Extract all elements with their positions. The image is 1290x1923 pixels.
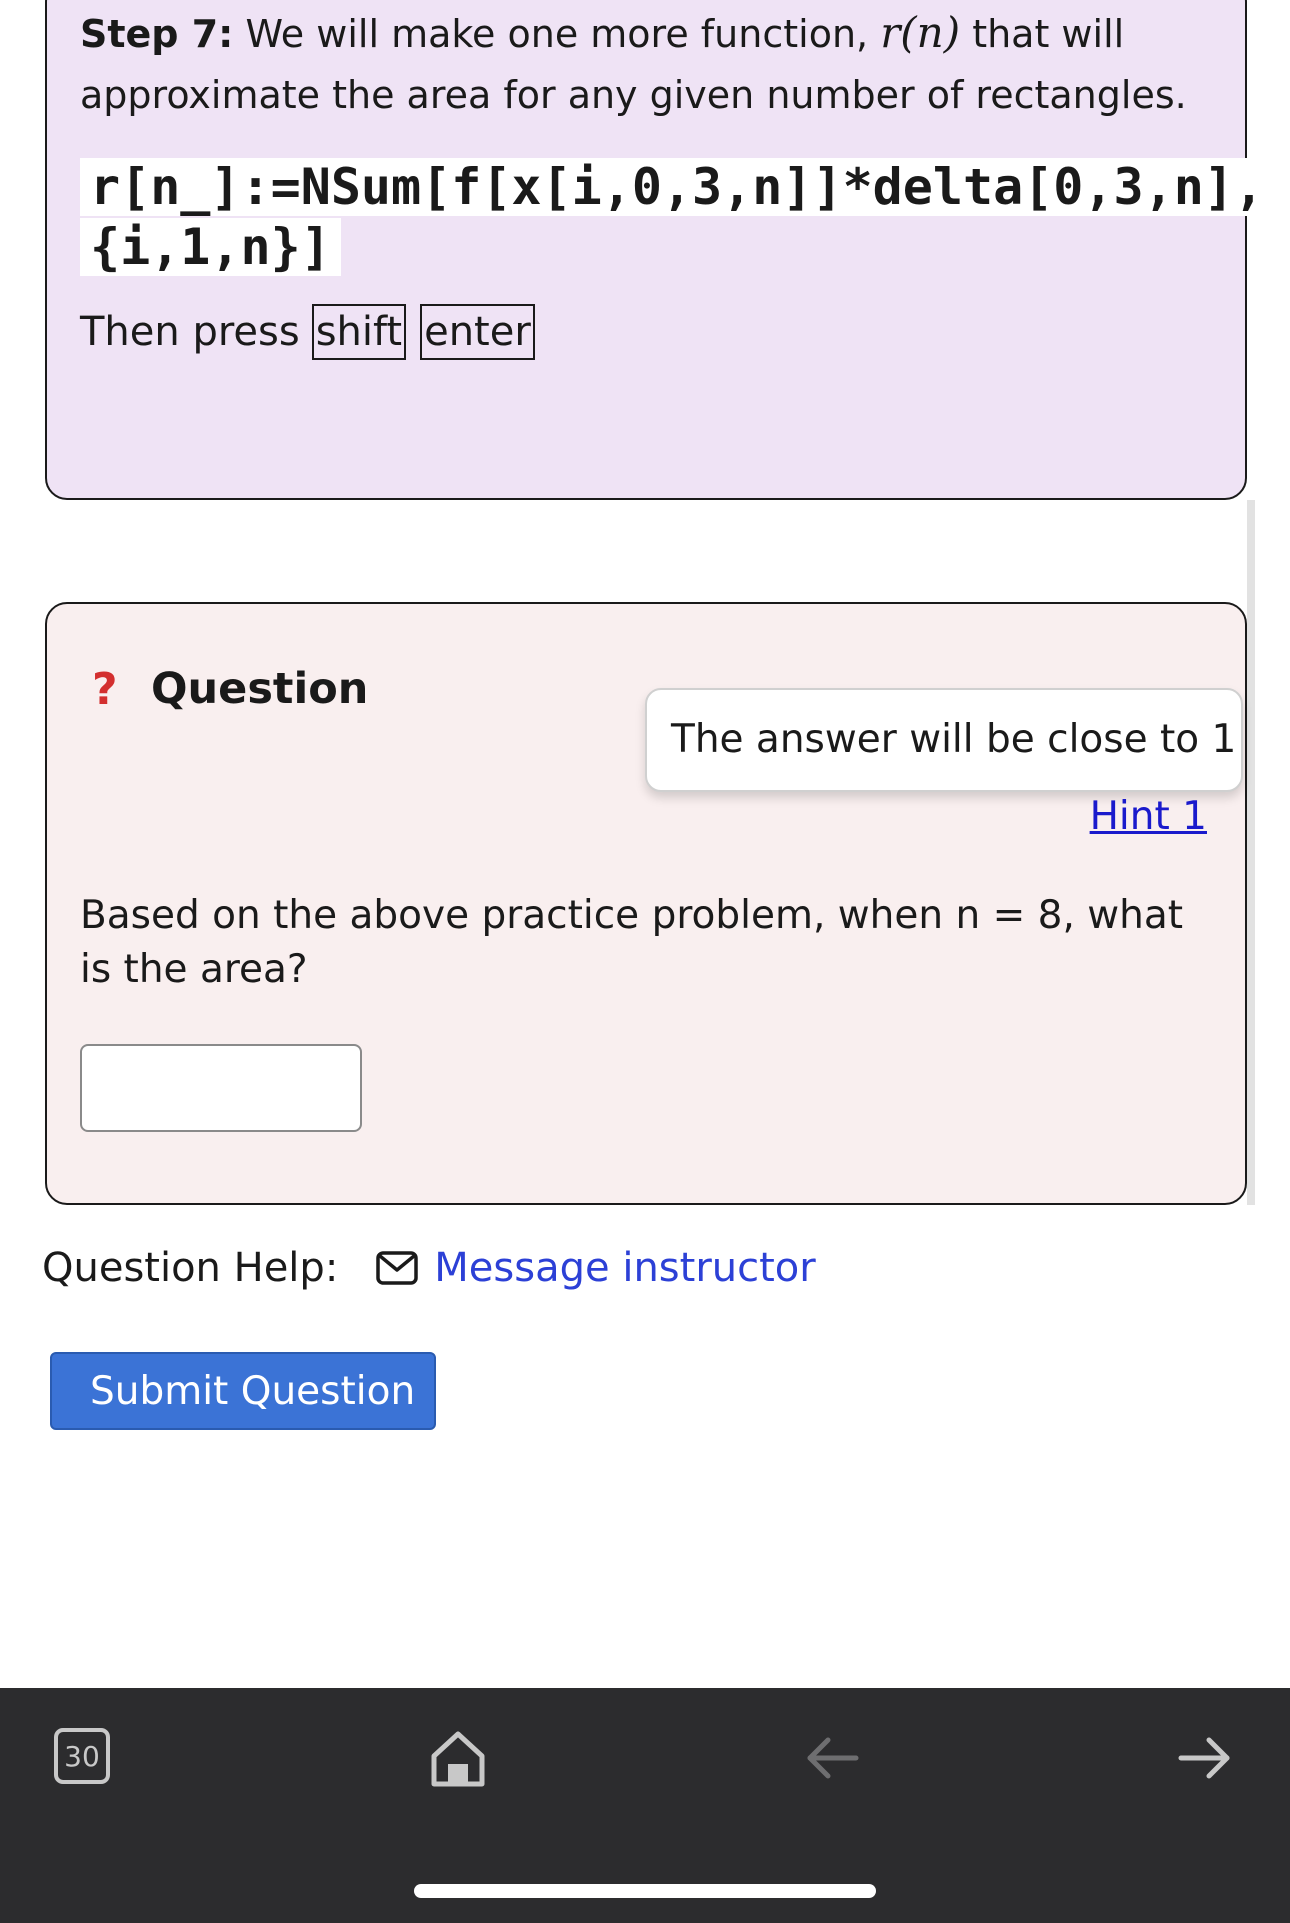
scrollbar[interactable] [1247,500,1255,1205]
answer-input[interactable] [80,1044,362,1132]
step-label: Step 7: [80,12,234,56]
hint-1-link[interactable]: Hint 1 [1090,794,1207,839]
hint-popup: The answer will be close to 1 [645,688,1243,792]
home-icon[interactable] [426,1726,490,1790]
browser-toolbar: 30 [0,1688,1290,1923]
function-notation: r(n) [880,8,961,57]
step-7-panel: Step 7: We will make one more function, … [45,0,1274,500]
step-text-before: We will make one more function, [233,12,881,56]
code-text: r[n_]:=NSum[f[x[i,0,3,n]]*delta[0,3,n],{… [80,158,1274,276]
question-help-label: Question Help: [42,1245,339,1291]
arrow-left-icon[interactable] [800,1726,864,1790]
question-title: Question [151,664,369,714]
question-help: Question Help: Message instructor [42,1245,816,1291]
question-prompt: Based on the above practice problem, whe… [80,893,1184,992]
code-snippet: r[n_]:=NSum[f[x[i,0,3,n]]*delta[0,3,n],{… [80,157,1274,277]
tab-count-button[interactable]: 30 [54,1728,110,1784]
question-mark-icon: ? [92,664,118,715]
enter-key: enter [420,304,535,360]
submit-question-button[interactable]: Submit Question [50,1352,436,1430]
press-prefix: Then press [80,309,300,355]
shift-key: shift [311,304,407,360]
arrow-right-icon[interactable] [1173,1726,1237,1790]
mail-icon[interactable] [376,1251,419,1285]
keypress-instruction: Then press shift enter [80,304,535,360]
step-instructions: Step 7: We will make one more function, … [80,2,1210,126]
message-instructor-link[interactable]: Message instructor [434,1245,815,1291]
question-panel: ? Question The answer will be close to 1… [45,602,1247,1205]
home-indicator [414,1884,876,1898]
